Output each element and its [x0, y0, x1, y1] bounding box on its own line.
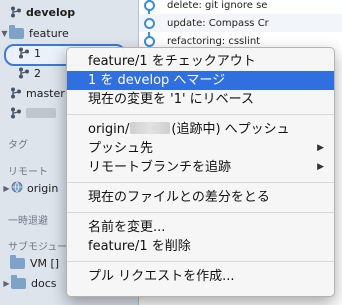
sidebar-item-docs[interactable]: ▶ docs	[2, 273, 57, 293]
sidebar-item-label: develop	[26, 5, 76, 19]
menu-item-create-pull-request[interactable]: プル リクエストを作成...	[67, 267, 334, 286]
sidebar-item-label: docs	[31, 276, 57, 290]
commit-row[interactable]: delete: git ignore se	[139, 0, 342, 14]
sidebar-item-remote-origin[interactable]: ▶ origin	[2, 178, 58, 198]
sidebar-item-feature-folder[interactable]: ▼ feature	[0, 23, 69, 43]
commit-node	[144, 35, 155, 47]
menu-item-push-to[interactable]: プッシュ先 ▶	[67, 139, 334, 158]
menu-item-label: (追跡中) へプッシュ	[171, 122, 290, 137]
menu-separator	[67, 261, 334, 262]
submenu-arrow-icon: ▶	[317, 162, 324, 172]
menu-item-label: origin/	[88, 122, 130, 137]
sidebar-item-develop[interactable]: develop	[10, 2, 75, 22]
menu-separator	[67, 212, 334, 213]
redacted-text	[130, 122, 171, 134]
branch-icon	[10, 87, 22, 99]
menu-item-diff[interactable]: 現在のファイルとの差分をとる	[67, 188, 334, 207]
branch-icon	[10, 6, 22, 18]
section-header-stash: 一時退避	[8, 216, 48, 227]
menu-item-label: リモートブランチを追跡	[88, 160, 232, 175]
menu-item-rebase[interactable]: 現在の変更を '1' にリベース	[67, 90, 334, 109]
commit-message: update: Compass Cr	[167, 17, 269, 29]
menu-item-delete[interactable]: feature/1 を削除	[67, 237, 334, 256]
branch-icon	[18, 47, 30, 59]
sidebar-item-label: VM []	[30, 256, 60, 270]
sidebar-item-blurred-branch[interactable]	[10, 103, 56, 123]
sidebar-item-feature-1[interactable]: 1	[18, 43, 41, 63]
sidebar-item-label: origin	[27, 181, 59, 195]
menu-item-checkout[interactable]: feature/1 をチェックアウト	[67, 52, 334, 71]
section-header-remote: リモート	[8, 167, 48, 178]
commit-row[interactable]: update: Compass Cr	[139, 14, 342, 32]
menu-item-track-remote[interactable]: リモートブランチを追跡 ▶	[67, 158, 334, 177]
disclosure-open-icon[interactable]: ▼	[0, 29, 9, 38]
menu-item-label: プッシュ先	[88, 141, 154, 156]
submenu-arrow-icon: ▶	[317, 143, 324, 153]
menu-item-push-tracking[interactable]: origin/ (追跡中) へプッシュ	[67, 120, 334, 139]
folder-icon	[11, 274, 26, 289]
folder-icon	[10, 254, 25, 269]
commit-node	[144, 0, 155, 11]
commit-message: delete: git ignore se	[167, 0, 268, 11]
sidebar-item-label: feature	[29, 26, 69, 40]
section-header-tags: タグ	[8, 140, 28, 151]
sidebar-item-label: master	[26, 86, 65, 100]
sidebar-item-feature-2[interactable]: 2	[18, 63, 41, 83]
menu-item-rename[interactable]: 名前を変更...	[67, 218, 334, 237]
sidebar-item-label: 1	[34, 46, 41, 60]
sidebar-item-submodule-vm[interactable]: VM []	[10, 253, 59, 273]
branch-icon	[18, 67, 30, 79]
folder-icon	[9, 24, 24, 39]
context-menu: feature/1 をチェックアウト 1 を develop へマージ 現在の変…	[66, 47, 335, 297]
disclosure-closed-icon[interactable]: ▶	[2, 279, 11, 288]
branch-icon	[10, 107, 22, 119]
sidebar-item-master[interactable]: master	[10, 83, 65, 103]
menu-separator	[67, 114, 334, 115]
redacted-text	[26, 108, 56, 118]
menu-separator	[67, 182, 334, 183]
commit-message: refactoring: csslint	[167, 35, 261, 47]
disclosure-closed-icon[interactable]: ▶	[2, 184, 11, 193]
commit-node	[144, 17, 155, 29]
menu-item-merge[interactable]: 1 を develop へマージ	[67, 71, 334, 90]
globe-icon	[11, 181, 23, 196]
sidebar-item-label: 2	[34, 66, 41, 80]
